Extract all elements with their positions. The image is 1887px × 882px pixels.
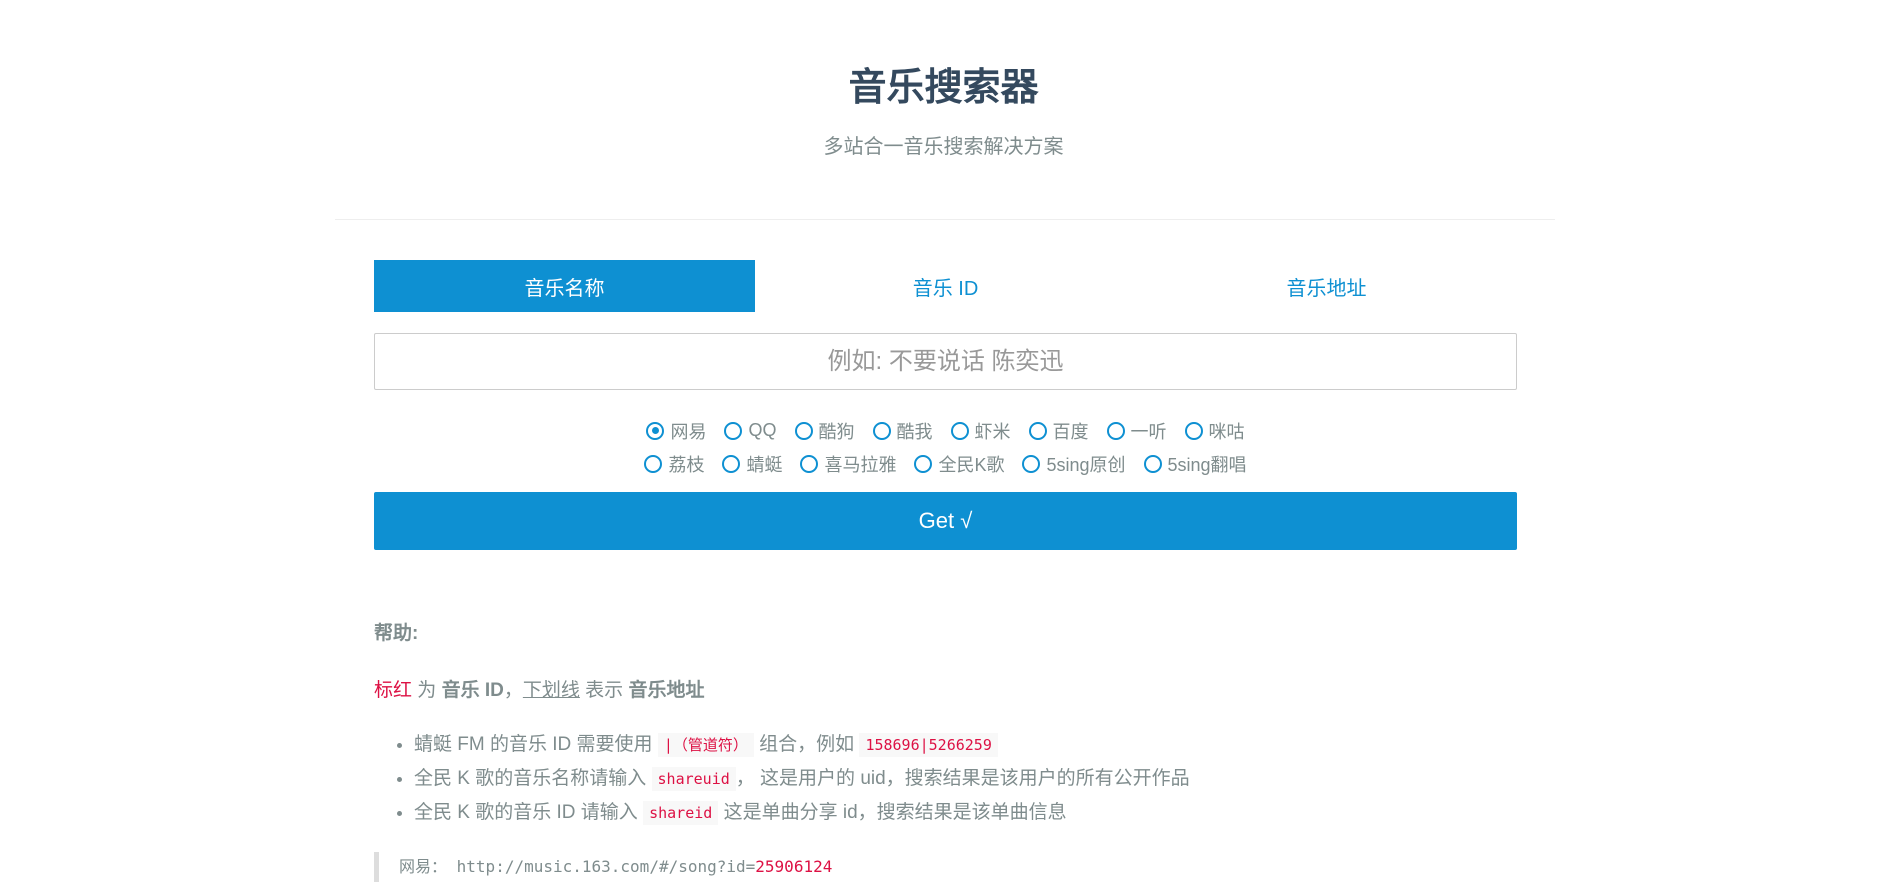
source-radio[interactable]: 酷我 — [872, 418, 933, 444]
list-item: 全民 K 歌的音乐名称请输入 shareuid， 这是用户的 uid，搜索结果是… — [414, 762, 1517, 796]
tab-music-url[interactable]: 音乐地址 — [1136, 260, 1517, 312]
legend-bold: 音乐 ID — [441, 680, 504, 701]
source-label: 一听 — [1130, 421, 1167, 442]
help-heading: 帮助: — [374, 623, 419, 644]
radio-circle-icon[interactable] — [794, 421, 813, 440]
legend-text: 表示 — [579, 680, 629, 701]
source-radio[interactable]: 5sing翻唱 — [1143, 451, 1247, 477]
example-label: 网易： — [399, 857, 448, 876]
source-radio[interactable]: 全民K歌 — [914, 451, 1004, 477]
source-radio[interactable]: 蜻蜓 — [722, 451, 782, 477]
radio-circle-icon[interactable] — [722, 454, 741, 473]
radio-circle-icon[interactable] — [1022, 454, 1041, 473]
legend-red: 标红 — [374, 680, 413, 701]
item-text: 蜻蜓 FM 的音乐 ID 需要使用 — [414, 734, 658, 755]
source-label: 喜马拉雅 — [824, 454, 897, 475]
code: |（管道符） — [657, 733, 754, 757]
search-type-tabs: 音乐名称 音乐 ID 音乐地址 — [374, 260, 1517, 312]
source-label: QQ — [748, 420, 777, 440]
source-radio-group: 网易 QQ 酷狗 酷我 虾米 百度 一听 咪咕 荔枝 蜻蜓 喜马拉雅 全民K歌 5sing原创 5sin… — [374, 414, 1517, 480]
tab-music-id[interactable]: 音乐 ID — [755, 260, 1136, 312]
code: shareuid — [651, 767, 736, 791]
source-radio[interactable]: 一听 — [1106, 418, 1167, 444]
source-label: 蜻蜓 — [746, 454, 783, 475]
get-button[interactable]: Get √ — [374, 492, 1517, 550]
source-row-1: 网易 QQ 酷狗 酷我 虾米 百度 一听 咪咕 — [374, 414, 1517, 447]
source-label: 5sing原创 — [1046, 454, 1126, 475]
radio-circle-icon[interactable] — [800, 454, 819, 473]
search-input[interactable] — [374, 333, 1517, 390]
radio-circle-icon[interactable] — [1184, 421, 1203, 440]
source-row-2: 荔枝 蜻蜓 喜马拉雅 全民K歌 5sing原创 5sing翻唱 — [374, 447, 1517, 480]
source-radio[interactable]: 虾米 — [950, 418, 1011, 444]
code: 158696|5266259 — [859, 733, 998, 757]
code: shareid — [643, 801, 719, 825]
legend-underline: 下划线 — [522, 680, 580, 701]
help-section: 帮助: 标红 为 音乐 ID，下划线 表示 音乐地址 蜻蜓 FM 的音乐 ID … — [374, 618, 1517, 830]
source-radio[interactable]: 喜马拉雅 — [800, 451, 896, 477]
radio-circle-icon[interactable] — [1143, 454, 1162, 473]
example-blockquote: 网易： http://music.163.com/#/song?id=25906… — [374, 852, 832, 882]
radio-circle-icon[interactable] — [644, 454, 663, 473]
source-label: 荔枝 — [668, 454, 705, 475]
tab-music-name[interactable]: 音乐名称 — [374, 260, 755, 312]
page-subtitle: 多站合一音乐搜索解决方案 — [823, 136, 1064, 158]
item-text: 这是单曲分享 id，搜索结果是该单曲信息 — [718, 802, 1067, 823]
legend-text: 为 — [412, 680, 442, 701]
legend-bold: 音乐地址 — [628, 680, 705, 701]
source-label: 百度 — [1052, 421, 1089, 442]
item-text: 全民 K 歌的音乐 ID 请输入 — [414, 802, 644, 823]
help-list: 蜻蜓 FM 的音乐 ID 需要使用 |（管道符） 组合，例如 158696|52… — [414, 728, 1517, 830]
source-radio[interactable]: 酷狗 — [794, 418, 855, 444]
source-radio[interactable]: 荔枝 — [644, 451, 704, 477]
radio-circle-icon[interactable] — [1106, 421, 1125, 440]
source-label: 酷我 — [896, 421, 933, 442]
source-label: 酷狗 — [818, 421, 855, 442]
list-item: 蜻蜓 FM 的音乐 ID 需要使用 |（管道符） 组合，例如 158696|52… — [414, 728, 1517, 762]
radio-circle-icon[interactable] — [950, 421, 969, 440]
radio-circle-icon[interactable] — [724, 421, 743, 440]
source-label: 5sing翻唱 — [1167, 454, 1247, 475]
item-text: ， 这是用户的 uid，搜索结果是该用户的所有公开作品 — [735, 768, 1190, 789]
source-label: 网易 — [670, 421, 707, 442]
source-label: 全民K歌 — [938, 454, 1005, 475]
item-text: 全民 K 歌的音乐名称请输入 — [414, 768, 652, 789]
list-item: 全民 K 歌的音乐 ID 请输入 shareid 这是单曲分享 id，搜索结果是… — [414, 796, 1517, 830]
radio-circle-icon[interactable] — [1028, 421, 1047, 440]
example-link[interactable]: http://music.163.com/#/song?id=25906124 — [457, 857, 833, 876]
radio-circle-icon[interactable] — [872, 421, 891, 440]
source-radio[interactable]: 咪咕 — [1184, 418, 1245, 444]
divider — [335, 219, 1555, 220]
source-label: 虾米 — [974, 421, 1011, 442]
item-text: 组合，例如 — [753, 734, 860, 755]
source-label: 咪咕 — [1208, 421, 1245, 442]
source-radio[interactable]: 5sing原创 — [1022, 451, 1126, 477]
radio-circle-icon[interactable] — [914, 454, 933, 473]
help-legend: 标红 为 音乐 ID，下划线 表示 音乐地址 — [374, 675, 1517, 702]
source-radio[interactable]: 网易 — [646, 418, 706, 444]
example-url: http://music.163.com/#/song?id= — [456, 857, 756, 876]
source-radio[interactable]: 百度 — [1028, 418, 1089, 444]
legend-text: ， — [503, 680, 523, 701]
page-title: 音乐搜索器 — [848, 67, 1039, 109]
source-radio[interactable]: QQ — [724, 420, 777, 441]
radio-circle-icon[interactable] — [646, 421, 665, 440]
example-url-id: 25906124 — [755, 857, 833, 876]
